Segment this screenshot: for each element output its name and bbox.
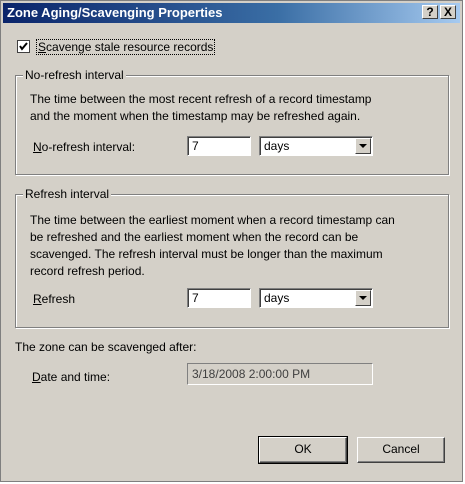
scavenge-checkbox[interactable]	[17, 40, 30, 53]
chevron-down-icon	[359, 144, 367, 148]
date-time-value: 3/18/2008 2:00:00 PM	[187, 363, 373, 385]
refresh-unit-dropdown-button[interactable]	[355, 290, 371, 306]
help-button[interactable]: ?	[422, 5, 438, 19]
no-refresh-group: No-refresh interval The time between the…	[15, 68, 449, 175]
cancel-button[interactable]: Cancel	[357, 437, 445, 463]
refresh-description: The time between the earliest moment whe…	[30, 213, 395, 278]
chevron-down-icon	[359, 296, 367, 300]
no-refresh-unit-value: days	[264, 139, 290, 153]
zone-aging-dialog: Zone Aging/Scavenging Properties ? X Sca…	[0, 0, 463, 482]
refresh-value-input[interactable]: 7	[187, 288, 251, 308]
no-refresh-description: The time between the most recent refresh…	[30, 92, 372, 123]
no-refresh-unit-select[interactable]: days	[259, 136, 373, 156]
refresh-unit-value: days	[264, 291, 290, 305]
close-button[interactable]: X	[440, 5, 456, 19]
checkmark-icon	[19, 42, 28, 51]
refresh-group: Refresh interval The time between the ea…	[15, 187, 449, 328]
window-title: Zone Aging/Scavenging Properties	[7, 5, 223, 20]
refresh-unit-select[interactable]: days	[259, 288, 373, 308]
no-refresh-unit-dropdown-button[interactable]	[355, 138, 371, 154]
scavenge-checkbox-label[interactable]: Scavenge stale resource records	[36, 39, 216, 55]
title-bar[interactable]: Zone Aging/Scavenging Properties ? X	[3, 3, 460, 23]
ok-button[interactable]: OK	[258, 436, 348, 464]
scavenge-after-heading: The zone can be scavenged after:	[15, 340, 197, 354]
refresh-legend: Refresh interval	[23, 187, 112, 201]
no-refresh-legend: No-refresh interval	[23, 68, 126, 82]
no-refresh-value-input[interactable]: 7	[187, 136, 251, 156]
refresh-field-label: Refresh	[33, 292, 76, 306]
no-refresh-field-label: No-refresh interval:	[33, 140, 136, 154]
date-time-label: Date and time:	[32, 370, 111, 384]
